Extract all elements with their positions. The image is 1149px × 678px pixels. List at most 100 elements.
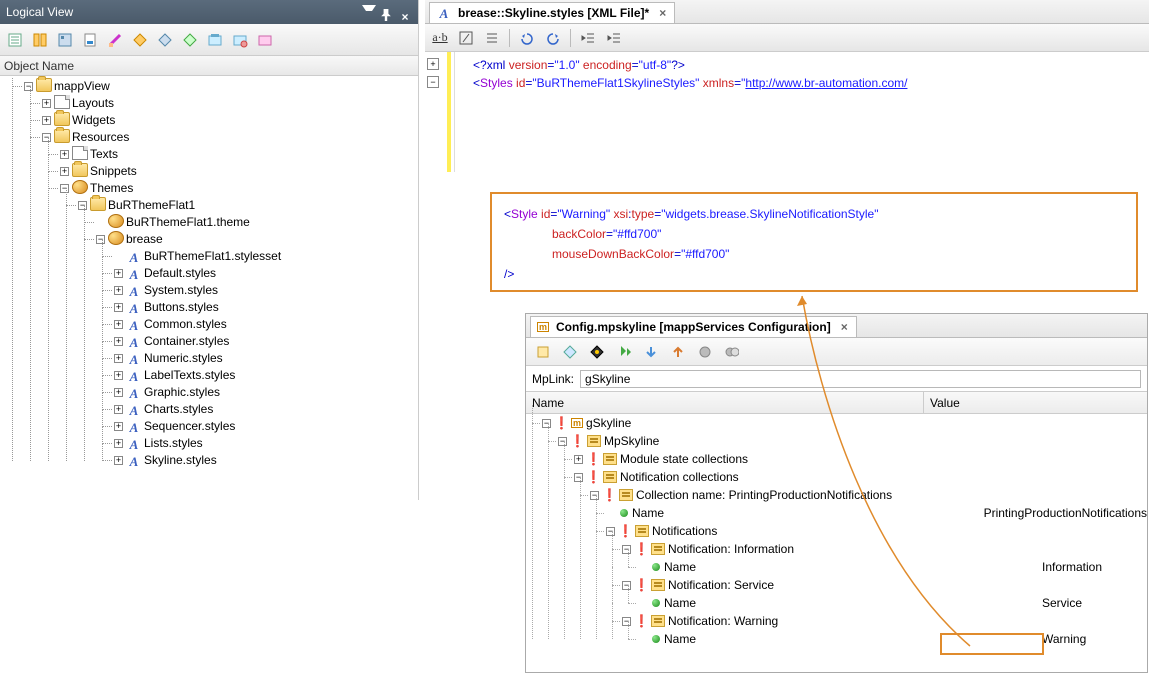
tool-lines[interactable] xyxy=(483,29,501,47)
toolbar-btn-2[interactable] xyxy=(29,29,51,51)
toolbar-btn-1[interactable] xyxy=(4,29,26,51)
close-tab-icon[interactable]: × xyxy=(659,6,666,20)
logical-tree[interactable]: − mappView + Layouts + Widgets − Resources +… xyxy=(0,76,418,469)
code-area[interactable]: + − <?xml version="1.0" encoding="utf-8"… xyxy=(425,52,1149,172)
tree-style-3[interactable]: Common.styles xyxy=(144,317,227,331)
expand-toggle[interactable]: + xyxy=(60,167,69,176)
tree-style-0[interactable]: Default.styles xyxy=(144,266,216,280)
expand-toggle[interactable]: + xyxy=(60,150,69,159)
toolbar-btn-9[interactable] xyxy=(204,29,226,51)
config-tab[interactable]: m Config.mpskyline [mappServices Configu… xyxy=(530,316,857,337)
expand-toggle[interactable]: + xyxy=(42,116,51,125)
toolbar-btn-8[interactable] xyxy=(179,29,201,51)
fold-toggle[interactable]: + xyxy=(427,58,439,70)
editor-tab[interactable]: A brease::Skyline.styles [XML File]* × xyxy=(429,2,675,23)
tree-brease[interactable]: brease xyxy=(126,232,163,246)
expand-toggle[interactable]: − xyxy=(78,201,87,210)
expand-toggle[interactable]: − xyxy=(606,527,615,536)
cfg-tool-down[interactable] xyxy=(640,341,662,363)
expand-toggle[interactable]: + xyxy=(114,371,123,380)
config-tree[interactable]: −❗mgSkyline −❗MpSkyline +❗Module state c… xyxy=(526,414,1147,648)
cfg-tool-1[interactable] xyxy=(532,341,554,363)
dropdown-icon[interactable] xyxy=(362,5,376,19)
cfg-tool-2[interactable] xyxy=(559,341,581,363)
toolbar-btn-5[interactable] xyxy=(104,29,126,51)
tree-style-1[interactable]: System.styles xyxy=(144,283,218,297)
tree-style-10[interactable]: Lists.styles xyxy=(144,436,203,450)
tree-themefolder[interactable]: BuRThemeFlat1 xyxy=(108,198,195,212)
expand-toggle[interactable]: + xyxy=(114,320,123,329)
tree-resources[interactable]: Resources xyxy=(72,130,129,144)
expand-toggle[interactable]: + xyxy=(574,455,583,464)
toolbar-btn-6[interactable] xyxy=(129,29,151,51)
expand-toggle[interactable]: − xyxy=(96,235,105,244)
expand-toggle[interactable]: − xyxy=(622,581,631,590)
tree-style-9[interactable]: Sequencer.styles xyxy=(144,419,235,433)
cfg-tool-4[interactable] xyxy=(613,341,635,363)
close-tab-icon[interactable]: × xyxy=(841,320,848,334)
tool-outdent[interactable] xyxy=(579,29,597,47)
tree-texts[interactable]: Texts xyxy=(90,147,118,161)
expand-toggle[interactable]: − xyxy=(574,473,583,482)
mplink-input[interactable] xyxy=(580,370,1141,388)
tree-style-4[interactable]: Container.styles xyxy=(144,334,229,348)
expand-toggle[interactable]: + xyxy=(114,456,123,465)
tree-style-6[interactable]: LabelTexts.styles xyxy=(144,368,235,382)
expand-toggle[interactable]: − xyxy=(42,133,51,142)
expand-toggle[interactable]: − xyxy=(60,184,69,193)
expand-toggle[interactable]: + xyxy=(114,303,123,312)
expand-toggle[interactable]: − xyxy=(590,491,599,500)
editor-toolbar: a·b xyxy=(425,24,1149,52)
expand-toggle[interactable]: − xyxy=(542,419,551,428)
fold-toggle[interactable]: − xyxy=(427,76,439,88)
expand-toggle[interactable]: + xyxy=(114,269,123,278)
logical-view-titlebar[interactable]: Logical View × xyxy=(0,0,418,24)
tree-stylesset[interactable]: BuRThemeFlat1.stylesset xyxy=(144,249,281,263)
tree-style-7[interactable]: Graphic.styles xyxy=(144,385,220,399)
tree-style-11[interactable]: Skyline.styles xyxy=(144,453,217,467)
toolbar-btn-11[interactable] xyxy=(254,29,276,51)
object-name-header[interactable]: Object Name xyxy=(0,56,418,76)
cfg-tool-6[interactable] xyxy=(721,341,743,363)
tree-mappview[interactable]: mappView xyxy=(54,79,110,93)
tree-themes[interactable]: Themes xyxy=(90,181,133,195)
tool-ab[interactable]: a·b xyxy=(431,29,449,47)
expand-toggle[interactable]: + xyxy=(114,439,123,448)
style-icon: A xyxy=(126,402,142,416)
cfg-tool-5[interactable] xyxy=(694,341,716,363)
cfg-tool-up[interactable] xyxy=(667,341,689,363)
expand-toggle[interactable]: + xyxy=(114,405,123,414)
toolbar-btn-3[interactable] xyxy=(54,29,76,51)
expand-toggle[interactable]: + xyxy=(114,422,123,431)
tree-style-5[interactable]: Numeric.styles xyxy=(144,351,223,365)
expand-toggle[interactable]: − xyxy=(24,82,33,91)
header-value[interactable]: Value xyxy=(924,392,1147,413)
expand-toggle[interactable]: + xyxy=(114,354,123,363)
warning-value-cell[interactable]: Warning xyxy=(1036,632,1147,646)
tree-snippets[interactable]: Snippets xyxy=(90,164,137,178)
header-name[interactable]: Name xyxy=(526,392,924,413)
tree-layouts[interactable]: Layouts xyxy=(72,96,114,110)
expand-toggle[interactable]: + xyxy=(114,286,123,295)
warning-icon: ❗ xyxy=(602,488,617,502)
expand-toggle[interactable]: − xyxy=(622,545,631,554)
tree-themefile[interactable]: BuRThemeFlat1.theme xyxy=(126,215,250,229)
tree-style-8[interactable]: Charts.styles xyxy=(144,402,213,416)
close-icon[interactable]: × xyxy=(398,5,412,19)
toolbar-btn-4[interactable] xyxy=(79,29,101,51)
cfg-tool-3[interactable] xyxy=(586,341,608,363)
expand-toggle[interactable]: − xyxy=(622,617,631,626)
tool-undo[interactable] xyxy=(518,29,536,47)
expand-toggle[interactable]: + xyxy=(114,337,123,346)
toolbar-btn-10[interactable] xyxy=(229,29,251,51)
expand-toggle[interactable]: + xyxy=(42,99,51,108)
tool-redo[interactable] xyxy=(544,29,562,47)
tool-indent[interactable] xyxy=(605,29,623,47)
expand-toggle[interactable]: + xyxy=(114,388,123,397)
tool-box[interactable] xyxy=(457,29,475,47)
pin-icon[interactable] xyxy=(380,5,394,19)
toolbar-btn-7[interactable] xyxy=(154,29,176,51)
tree-style-2[interactable]: Buttons.styles xyxy=(144,300,219,314)
expand-toggle[interactable]: − xyxy=(558,437,567,446)
tree-widgets[interactable]: Widgets xyxy=(72,113,115,127)
